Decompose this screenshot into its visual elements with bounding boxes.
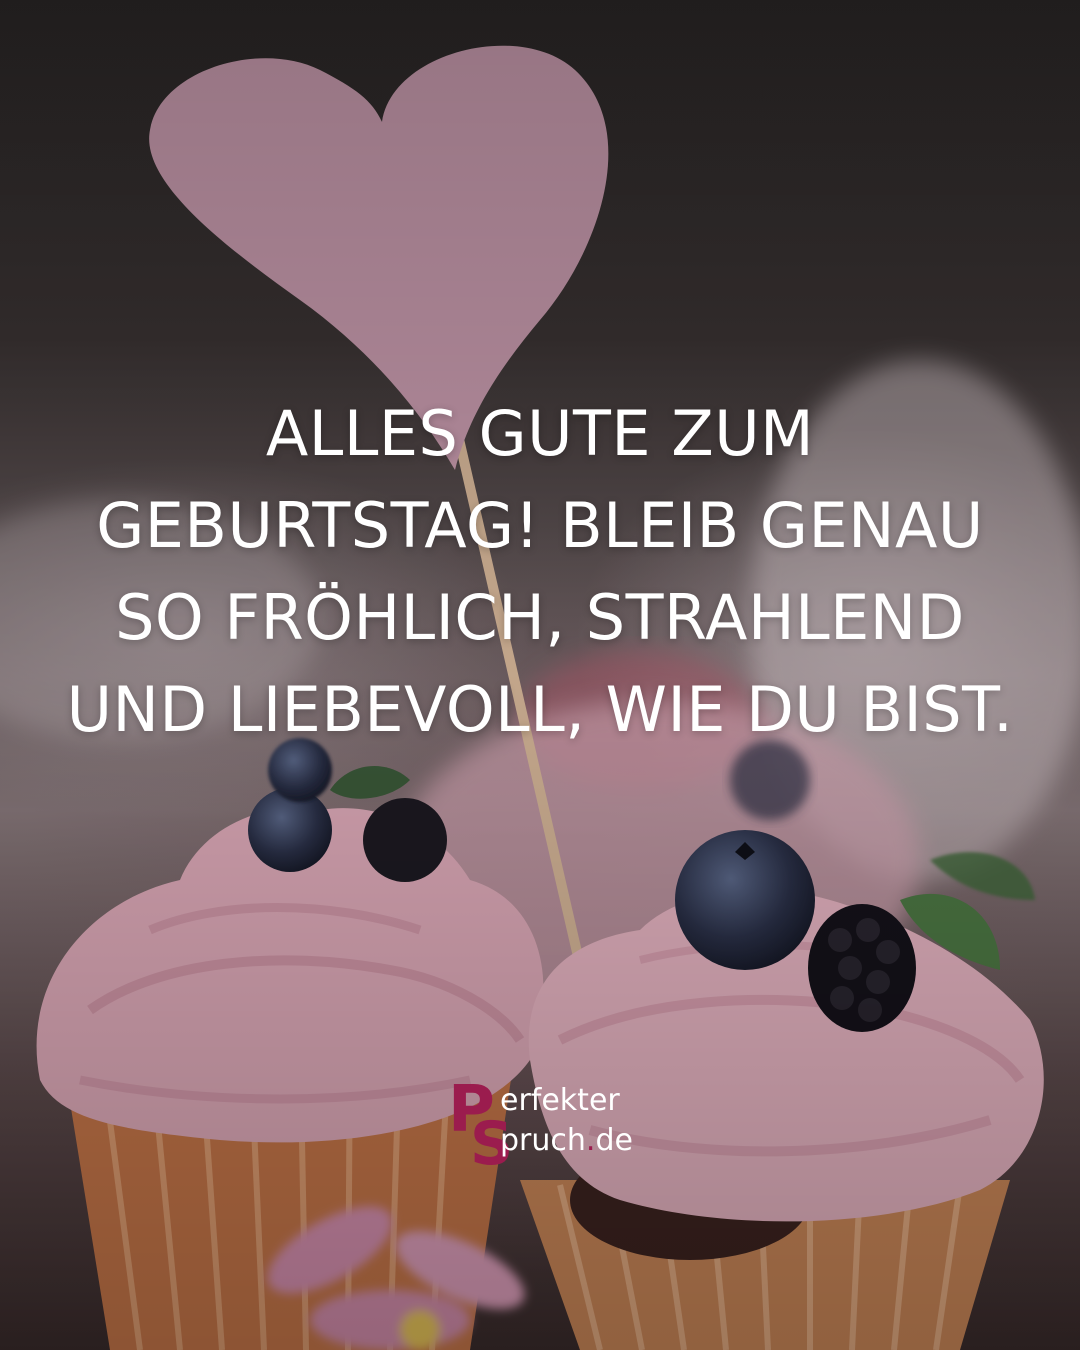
perfekter-spruch-logo: P S erfekter pruch.de	[448, 1078, 638, 1174]
greeting-quote: ALLES GUTE ZUM GEBURTSTAG! BLEIB GENAU S…	[60, 388, 1020, 756]
logo-tld: de	[595, 1123, 633, 1158]
quote-line: GEBURTSTAG! BLEIB GENAU	[96, 489, 984, 562]
logo-word-1: erfekter	[500, 1083, 620, 1118]
logo-word-2-text: pruch	[500, 1123, 586, 1158]
quote-line: UND LIEBEVOLL, WIE DU BIST.	[66, 673, 1014, 746]
quote-line: ALLES GUTE ZUM	[265, 397, 815, 470]
logo-word-2: pruch.de	[500, 1124, 633, 1158]
quote-line: SO FRÖHLICH, STRAHLEND	[115, 581, 965, 654]
greeting-card: ALLES GUTE ZUM GEBURTSTAG! BLEIB GENAU S…	[0, 0, 1080, 1350]
